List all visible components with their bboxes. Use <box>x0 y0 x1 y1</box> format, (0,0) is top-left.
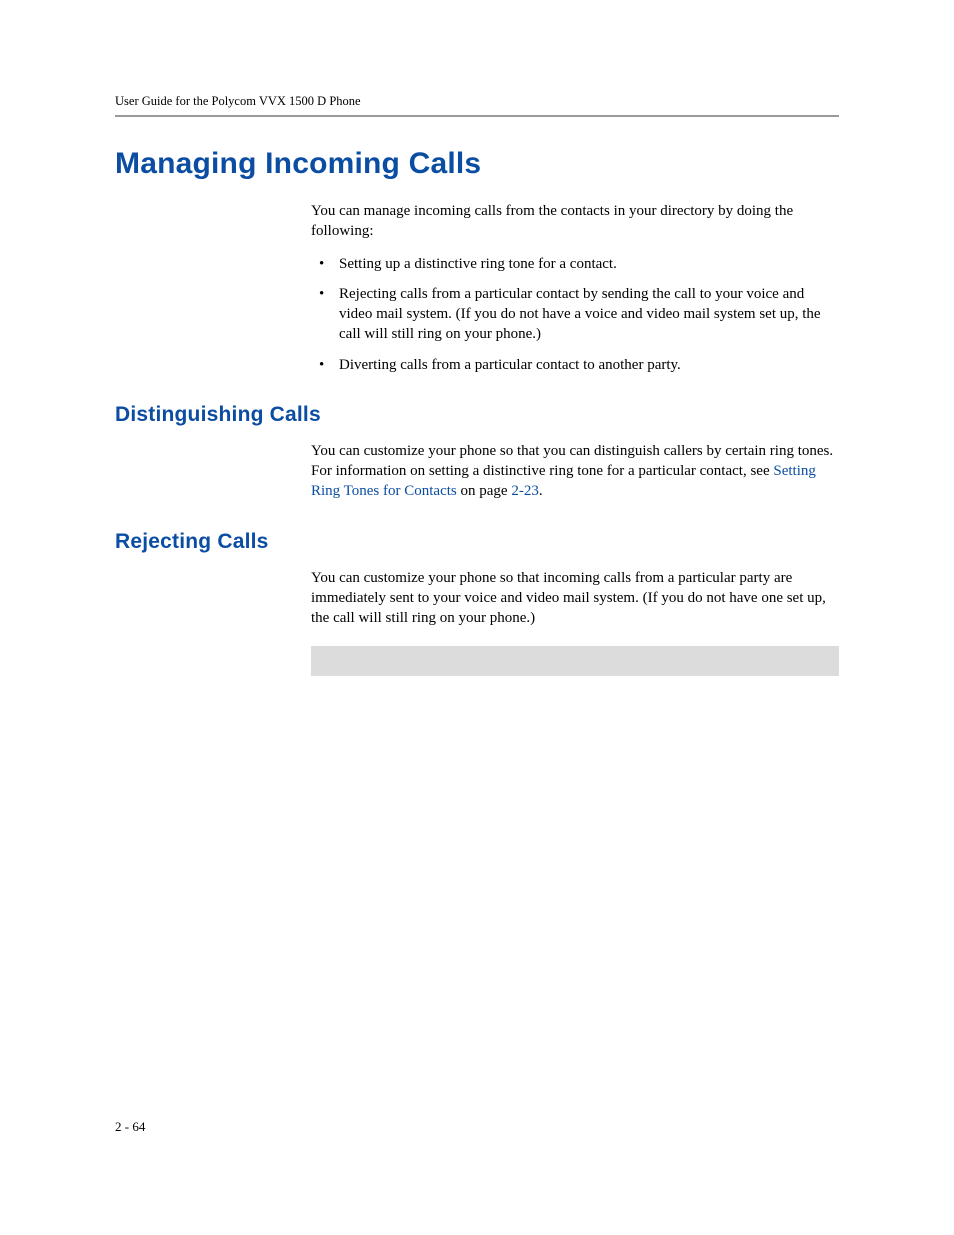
page-title: Managing Incoming Calls <box>115 147 839 181</box>
intro-paragraph: You can manage incoming calls from the c… <box>311 201 839 242</box>
distinguishing-block: You can customize your phone so that you… <box>311 441 839 502</box>
text-run: on page <box>457 483 512 499</box>
placeholder-box <box>311 646 839 676</box>
page-number: 2 - 64 <box>115 1119 145 1135</box>
rejecting-paragraph: You can customize your phone so that inc… <box>311 568 839 629</box>
text-run: . <box>539 483 543 499</box>
distinguishing-paragraph: You can customize your phone so that you… <box>311 441 839 502</box>
list-item: Setting up a distinctive ring tone for a… <box>311 254 839 274</box>
section-heading-distinguishing: Distinguishing Calls <box>115 403 839 427</box>
header-rule <box>115 115 839 117</box>
intro-block: You can manage incoming calls from the c… <box>311 201 839 375</box>
document-page: User Guide for the Polycom VVX 1500 D Ph… <box>0 0 954 676</box>
list-item: Diverting calls from a particular contac… <box>311 355 839 375</box>
running-header: User Guide for the Polycom VVX 1500 D Ph… <box>115 94 839 109</box>
text-run: You can customize your phone so that you… <box>311 443 833 479</box>
link-page-ref[interactable]: 2-23 <box>511 483 539 499</box>
section-heading-rejecting: Rejecting Calls <box>115 530 839 554</box>
intro-bullet-list: Setting up a distinctive ring tone for a… <box>311 254 839 375</box>
list-item: Rejecting calls from a particular contac… <box>311 284 839 345</box>
rejecting-block: You can customize your phone so that inc… <box>311 568 839 629</box>
